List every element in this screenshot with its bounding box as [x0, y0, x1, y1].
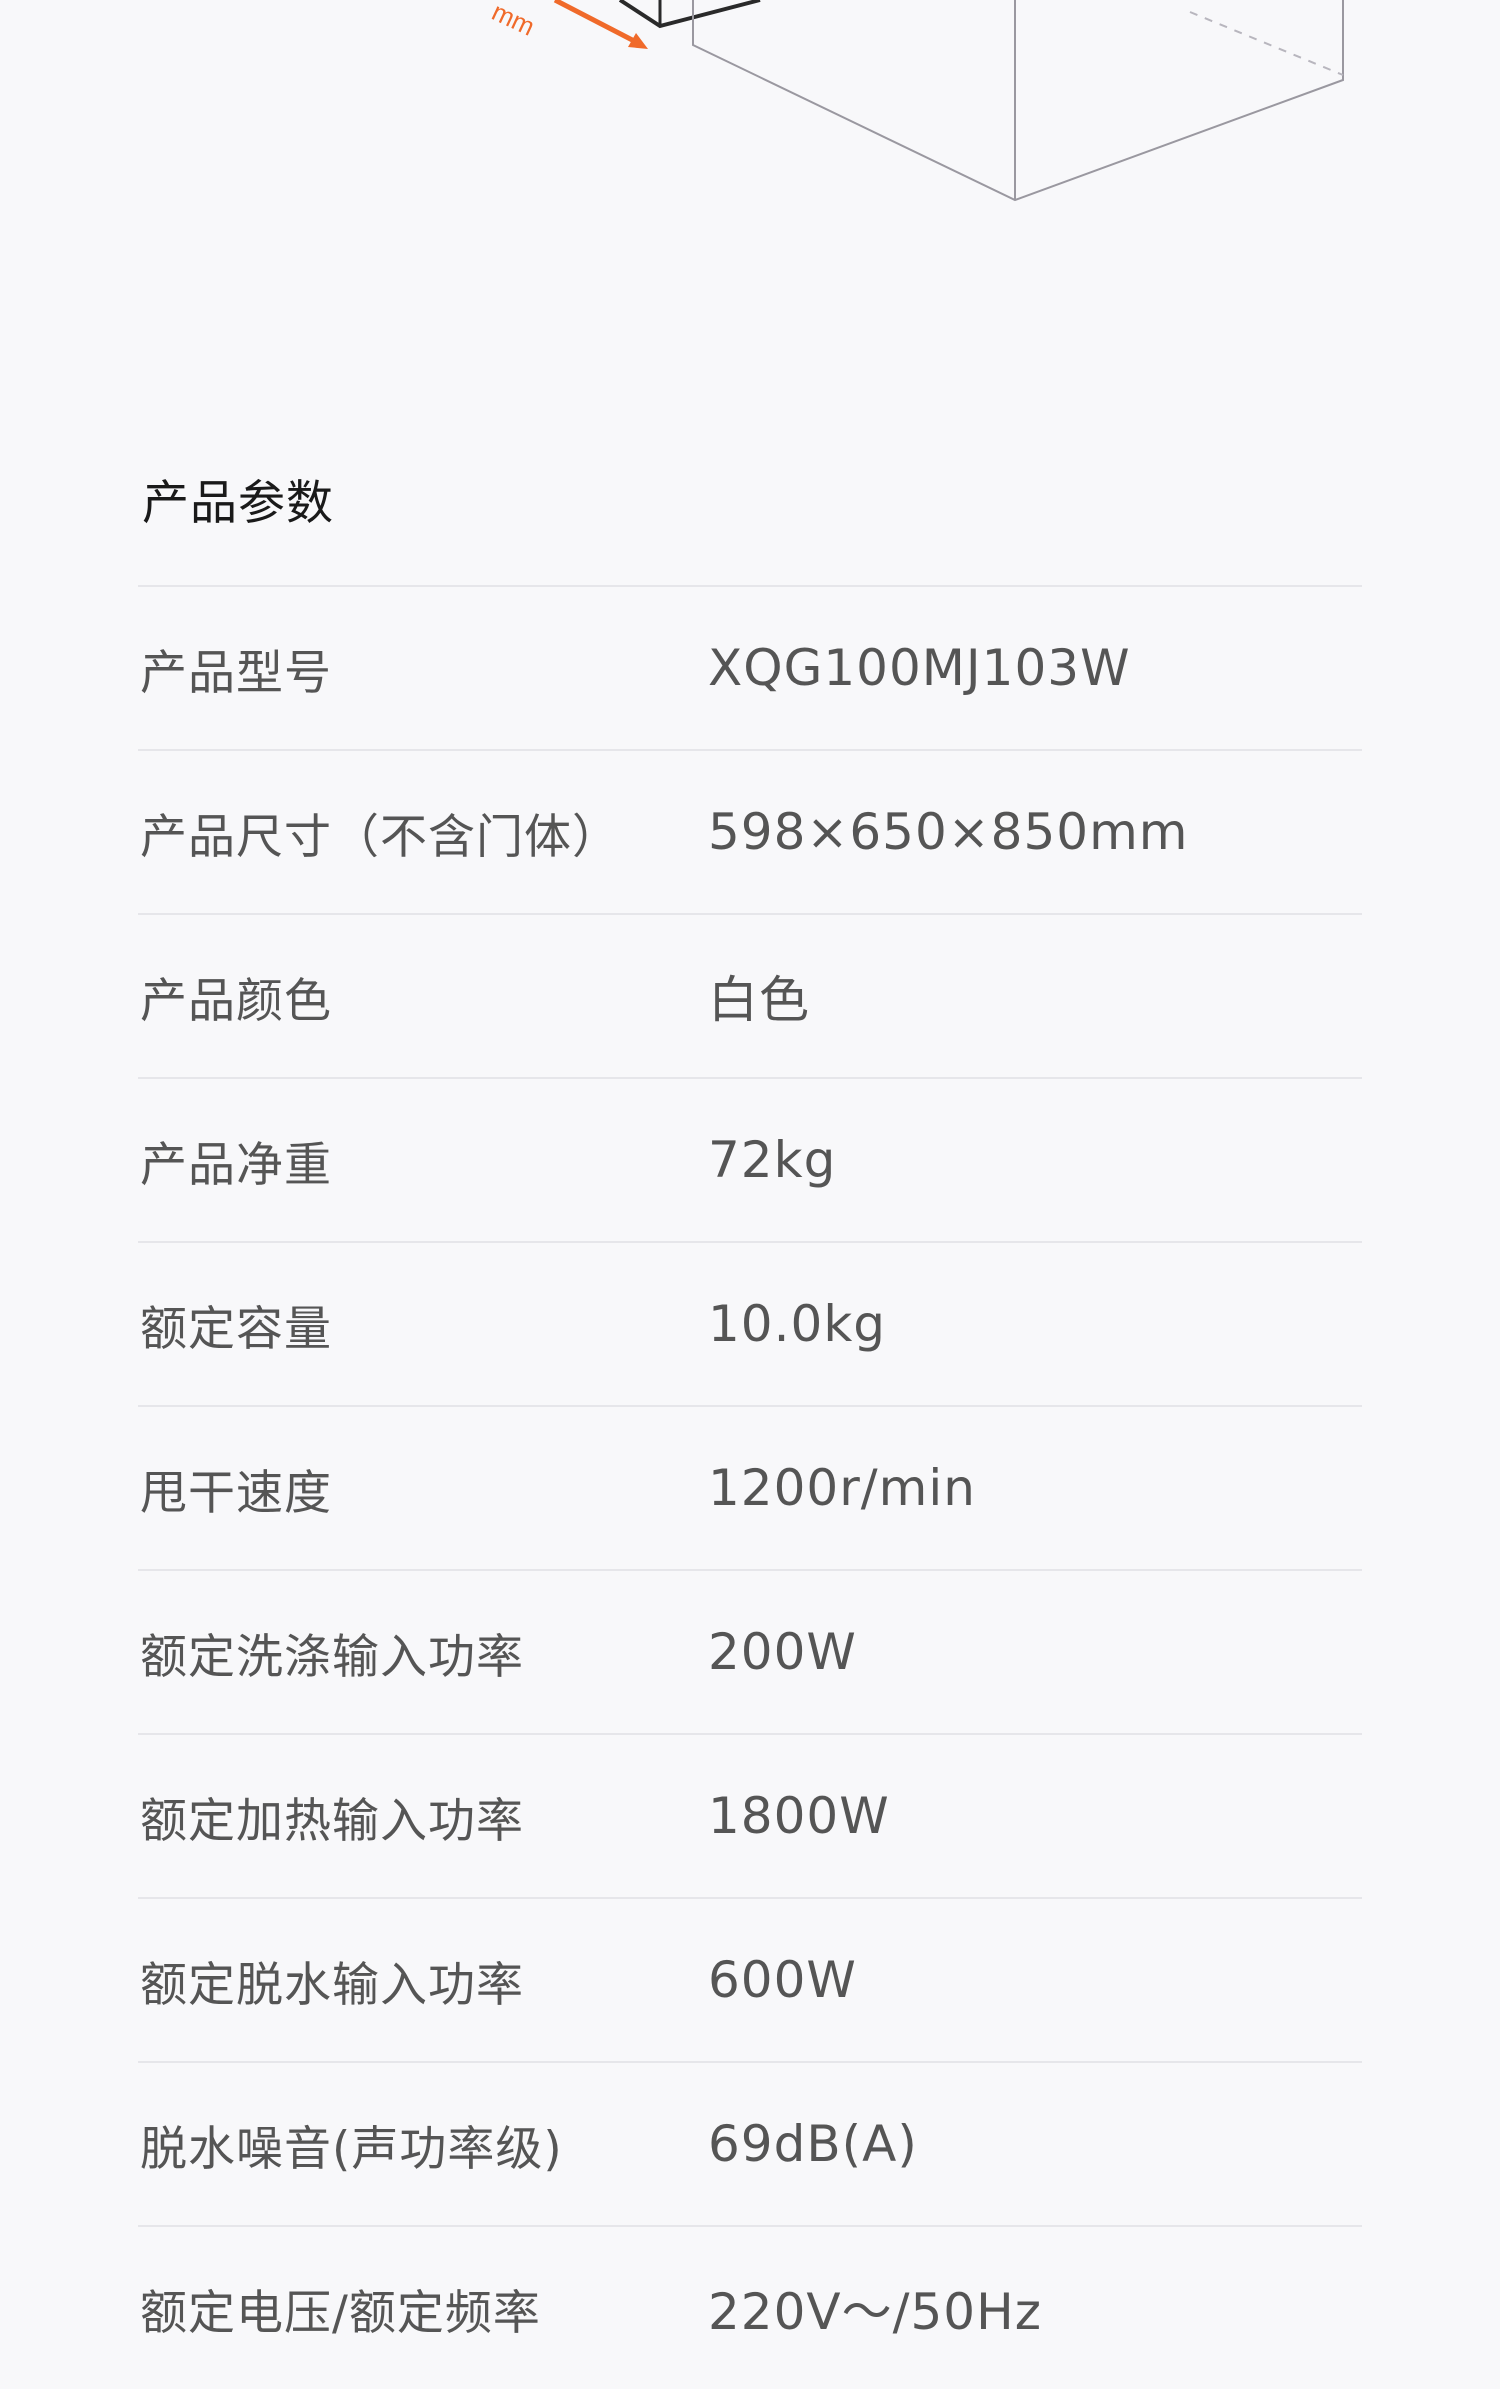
spec-label: 额定电压/额定频率	[140, 2285, 541, 2341]
spec-label: 脱水噪音(声功率级)	[140, 2121, 563, 2177]
spec-label: 额定洗涤输入功率	[140, 1629, 524, 1685]
spec-row-heating-power: 额定加热输入功率 1800W	[138, 1733, 1362, 1897]
spec-value: 600W	[708, 1951, 857, 2009]
section-title: 产品参数	[142, 476, 334, 531]
dimension-label: mm	[487, 0, 539, 42]
spec-label: 额定脱水输入功率	[140, 1957, 524, 2013]
spec-label: 产品颜色	[140, 973, 332, 1029]
spec-value: 1800W	[708, 1787, 890, 1845]
spec-row-model: 产品型号 XQG100MJ103W	[138, 585, 1362, 749]
spec-row-noise: 脱水噪音(声功率级) 69dB(A)	[138, 2061, 1362, 2225]
spec-value: 1200r/min	[708, 1459, 976, 1517]
spec-row-spin-speed: 甩干速度 1200r/min	[138, 1405, 1362, 1569]
spec-row-net-weight: 产品净重 72kg	[138, 1077, 1362, 1241]
spec-row-spin-power: 额定脱水输入功率 600W	[138, 1897, 1362, 2061]
spec-label: 产品尺寸（不含门体）	[140, 809, 620, 865]
spec-row-voltage-frequency: 额定电压/额定频率 220V～/50Hz	[138, 2225, 1362, 2389]
spec-value: 69dB(A)	[708, 2115, 918, 2173]
spec-table: 产品型号 XQG100MJ103W 产品尺寸（不含门体） 598×650×850…	[138, 585, 1362, 2389]
spec-value: 598×650×850mm	[708, 803, 1189, 861]
spec-row-dimensions: 产品尺寸（不含门体） 598×650×850mm	[138, 749, 1362, 913]
spec-label: 额定容量	[140, 1301, 332, 1357]
spec-value: 白色	[708, 971, 810, 1029]
spec-label: 产品净重	[140, 1137, 332, 1193]
spec-value: 220V～/50Hz	[708, 2283, 1042, 2341]
spec-row-color: 产品颜色 白色	[138, 913, 1362, 1077]
appliance-outline-drawing: mm	[487, 0, 1344, 202]
spec-value: 72kg	[708, 1131, 837, 1189]
dimension-illustration: mm	[0, 0, 1500, 260]
spec-label: 甩干速度	[140, 1465, 332, 1521]
spec-label: 产品型号	[140, 645, 332, 701]
box-outline	[692, 0, 1344, 202]
spec-value: XQG100MJ103W	[708, 639, 1131, 697]
box-edge-dark	[618, 0, 761, 29]
spec-row-wash-power: 额定洗涤输入功率 200W	[138, 1569, 1362, 1733]
spec-row-capacity: 额定容量 10.0kg	[138, 1241, 1362, 1405]
spec-value: 200W	[708, 1623, 857, 1681]
spec-value: 10.0kg	[708, 1295, 887, 1353]
hidden-edge-dashed	[1189, 11, 1344, 76]
spec-label: 额定加热输入功率	[140, 1793, 524, 1849]
